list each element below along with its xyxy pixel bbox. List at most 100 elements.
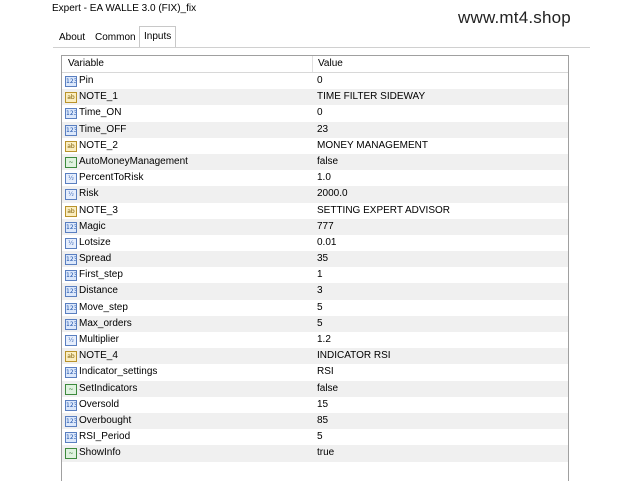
variable-value[interactable]: 23 bbox=[317, 124, 328, 135]
watermark: www.mt4.shop bbox=[458, 8, 571, 27]
window-title: Expert - EA WALLE 3.0 (FIX)_fix bbox=[52, 3, 197, 14]
integer-icon: 123 bbox=[65, 415, 77, 427]
table-row[interactable]: 123 Overbought 85 bbox=[62, 412, 568, 430]
variable-value[interactable]: 0 bbox=[317, 107, 323, 118]
table-row[interactable]: ab NOTE_3 SETTING EXPERT ADVISOR bbox=[62, 203, 568, 219]
integer-icon: 123 bbox=[65, 221, 77, 233]
bool-icon: ~ bbox=[65, 156, 77, 168]
variable-value[interactable]: true bbox=[317, 447, 334, 458]
variable-name: Multiplier bbox=[79, 334, 120, 345]
string-icon: ab bbox=[65, 140, 77, 152]
variable-value[interactable]: 1 bbox=[317, 269, 323, 280]
variable-name: Pin bbox=[79, 75, 94, 86]
integer-icon: 123 bbox=[65, 124, 77, 136]
table-row[interactable]: ab NOTE_1 TIME FILTER SIDEWAY bbox=[62, 89, 568, 106]
table-row[interactable]: ab NOTE_2 MONEY MANAGEMENT bbox=[62, 138, 568, 154]
integer-icon: 123 bbox=[65, 76, 77, 87]
variable-value[interactable]: RSI bbox=[317, 366, 334, 377]
variable-value[interactable]: 5 bbox=[317, 302, 323, 313]
variable-name: Max_orders bbox=[79, 317, 132, 329]
table-row[interactable]: ~ ShowInfo true bbox=[62, 445, 568, 462]
integer-icon: 123 bbox=[65, 270, 77, 282]
variable-value[interactable]: TIME FILTER SIDEWAY bbox=[317, 91, 425, 102]
grid-header: Variable Value bbox=[62, 56, 568, 73]
tab-about[interactable]: About bbox=[55, 28, 89, 47]
variable-value[interactable]: SETTING EXPERT ADVISOR bbox=[317, 205, 450, 216]
integer-icon: 123 bbox=[65, 367, 77, 379]
tab-common[interactable]: Common bbox=[91, 28, 140, 47]
tab-inputs[interactable]: Inputs bbox=[139, 26, 177, 48]
variable-value[interactable]: 1.2 bbox=[317, 334, 331, 345]
variable-value[interactable]: false bbox=[317, 156, 338, 167]
column-header-value[interactable]: Value bbox=[318, 58, 343, 69]
table-row[interactable]: 123 Distance 3 bbox=[62, 283, 568, 300]
double-icon: ½ bbox=[65, 173, 77, 185]
variable-name: Magic bbox=[79, 220, 106, 232]
table-row[interactable]: 123 Time_OFF 23 bbox=[62, 121, 568, 138]
grid-body: 123 Pin 0 ab NOTE_1 TIME FILTER SIDEWAY 123 Tim… bbox=[62, 73, 568, 462]
variable-name: First_step bbox=[79, 269, 123, 281]
integer-icon: 123 bbox=[65, 302, 77, 314]
variable-value[interactable]: 2000.0 bbox=[317, 188, 348, 199]
variable-name: Distance bbox=[79, 285, 118, 297]
inputs-grid: Variable Value 123 Pin 0 ab NOTE_1 TIME FILTE… bbox=[61, 55, 569, 481]
table-row[interactable]: 123 Time_ON 0 bbox=[62, 105, 568, 121]
integer-icon: 123 bbox=[65, 254, 77, 266]
variable-name: Oversold bbox=[79, 398, 120, 410]
variable-value[interactable]: MONEY MANAGEMENT bbox=[317, 140, 428, 151]
variable-value[interactable]: 777 bbox=[317, 221, 334, 232]
variable-value[interactable]: 0.01 bbox=[317, 237, 336, 248]
variable-name: Risk bbox=[79, 188, 99, 200]
variable-name: RSI_Period bbox=[79, 431, 131, 443]
table-row[interactable]: ½ Lotsize 0.01 bbox=[62, 235, 568, 251]
column-divider[interactable] bbox=[312, 56, 313, 72]
table-row[interactable]: ½ Risk 2000.0 bbox=[62, 186, 568, 203]
table-row[interactable]: 123 Move_step 5 bbox=[62, 300, 568, 316]
integer-icon: 123 bbox=[65, 318, 77, 330]
variable-name: Move_step bbox=[79, 301, 128, 313]
integer-icon: 123 bbox=[65, 399, 77, 411]
table-row[interactable]: ½ Multiplier 1.2 bbox=[62, 332, 568, 348]
double-icon: ½ bbox=[65, 189, 77, 201]
bool-icon: ~ bbox=[65, 383, 77, 395]
table-row[interactable]: ~ AutoMoneyManagement false bbox=[62, 153, 568, 171]
table-row[interactable]: ½ PercentToRisk 1.0 bbox=[62, 170, 568, 186]
variable-value[interactable]: 1.0 bbox=[317, 172, 331, 183]
variable-value[interactable]: 85 bbox=[317, 415, 328, 426]
column-header-variable[interactable]: Variable bbox=[68, 58, 104, 69]
string-icon: ab bbox=[65, 205, 77, 217]
variable-value[interactable]: 15 bbox=[317, 399, 328, 410]
variable-name: AutoMoneyManagement bbox=[79, 155, 188, 167]
variable-value[interactable]: 0 bbox=[317, 75, 323, 86]
table-row[interactable]: 123 Oversold 15 bbox=[62, 397, 568, 413]
variable-name: Lotsize bbox=[79, 236, 111, 248]
table-row[interactable]: 123 Spread 35 bbox=[62, 251, 568, 268]
variable-value[interactable]: 5 bbox=[317, 431, 323, 442]
variable-name: Overbought bbox=[79, 414, 132, 426]
variable-name: SetIndicators bbox=[79, 382, 138, 394]
table-row[interactable]: 123 RSI_Period 5 bbox=[62, 429, 568, 445]
table-row[interactable]: ab NOTE_4 INDICATOR RSI bbox=[62, 348, 568, 365]
variable-name: ShowInfo bbox=[79, 447, 121, 459]
variable-value[interactable]: 3 bbox=[317, 285, 323, 296]
integer-icon: 123 bbox=[65, 432, 77, 444]
table-row[interactable]: 123 Max_orders 5 bbox=[62, 315, 568, 332]
variable-value[interactable]: 35 bbox=[317, 253, 328, 264]
bool-icon: ~ bbox=[65, 448, 77, 460]
variable-name: NOTE_4 bbox=[79, 350, 118, 362]
integer-icon: 123 bbox=[65, 108, 77, 120]
variable-name: NOTE_2 bbox=[79, 139, 118, 151]
string-icon: ab bbox=[65, 351, 77, 363]
double-icon: ½ bbox=[65, 237, 77, 249]
string-icon: ab bbox=[65, 92, 77, 104]
variable-name: Time_OFF bbox=[79, 123, 127, 135]
variable-value[interactable]: false bbox=[317, 383, 338, 394]
table-row[interactable]: 123 Pin 0 bbox=[62, 73, 568, 89]
integer-icon: 123 bbox=[65, 286, 77, 298]
variable-value[interactable]: INDICATOR RSI bbox=[317, 350, 391, 361]
table-row[interactable]: 123 Magic 777 bbox=[62, 218, 568, 235]
variable-value[interactable]: 5 bbox=[317, 318, 323, 329]
table-row[interactable]: 123 First_step 1 bbox=[62, 267, 568, 283]
table-row[interactable]: ~ SetIndicators false bbox=[62, 380, 568, 397]
table-row[interactable]: 123 Indicator_settings RSI bbox=[62, 364, 568, 380]
